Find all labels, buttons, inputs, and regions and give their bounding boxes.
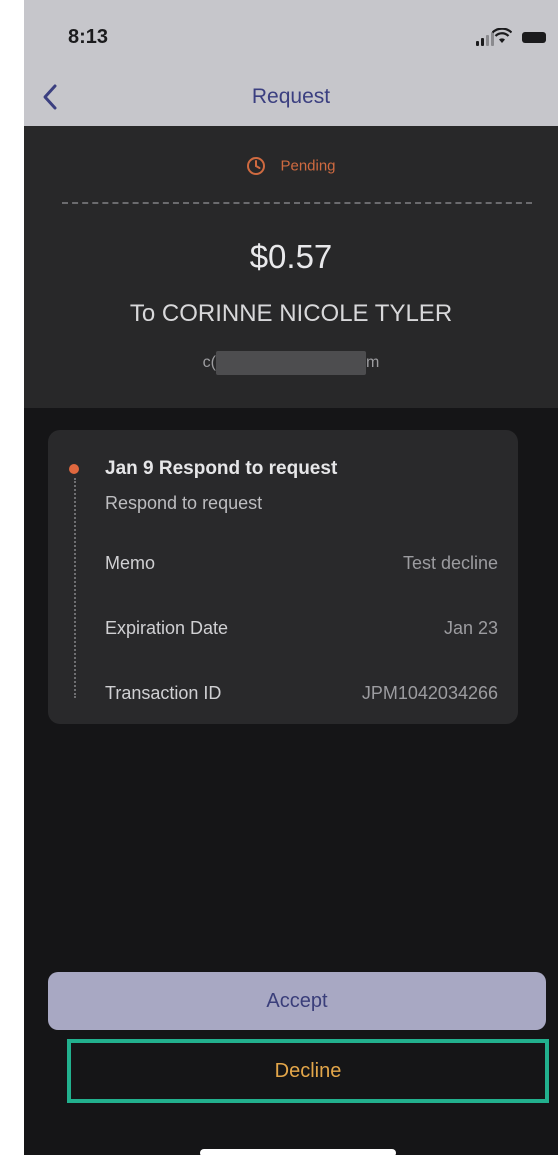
home-indicator[interactable]	[200, 1149, 396, 1155]
request-summary: Pending $0.57 To CORINNE NICOLE TYLER c(…	[24, 126, 558, 408]
memo-label: Memo	[105, 553, 156, 573]
memo-value: Test decline	[402, 553, 498, 573]
expiration-date-label: Expiration Date	[105, 618, 229, 638]
transaction-id-label: Transaction ID	[105, 683, 222, 703]
status-time: 8:13	[68, 26, 109, 48]
accept-button[interactable]: Accept	[48, 972, 546, 1030]
timeline-line	[74, 478, 76, 698]
recipient-email: c( m	[24, 351, 558, 375]
redaction-block	[216, 351, 366, 375]
status-text: Pending	[280, 157, 336, 175]
wifi-icon	[491, 27, 513, 47]
email-end: m	[366, 354, 380, 372]
clock-icon	[247, 157, 266, 175]
status-badge: Pending	[24, 156, 558, 176]
phone-screen: 8:13 Request Pending $0.57 To CORINNE NI…	[24, 0, 558, 1155]
timeline-dot-icon	[69, 464, 79, 474]
details-card: Jan 9 Respond to request Respond to requ…	[48, 430, 518, 724]
top-bar: 8:13 Request	[24, 0, 558, 126]
status-icons	[476, 27, 546, 47]
decline-button[interactable]: Decline	[67, 1039, 549, 1103]
battery-icon	[522, 32, 546, 43]
page-title: Request	[251, 85, 331, 108]
amount: $0.57	[249, 238, 333, 275]
recipient-name: To CORINNE NICOLE TYLER	[129, 300, 453, 327]
transaction-id-value: JPM1042034266	[361, 683, 498, 703]
expiration-date-value: Jan 23	[443, 618, 498, 638]
email-start: c(	[202, 354, 216, 372]
event-subtitle: Respond to request	[105, 493, 263, 513]
event-title: Jan 9 Respond to request	[105, 458, 338, 479]
divider	[62, 202, 532, 204]
